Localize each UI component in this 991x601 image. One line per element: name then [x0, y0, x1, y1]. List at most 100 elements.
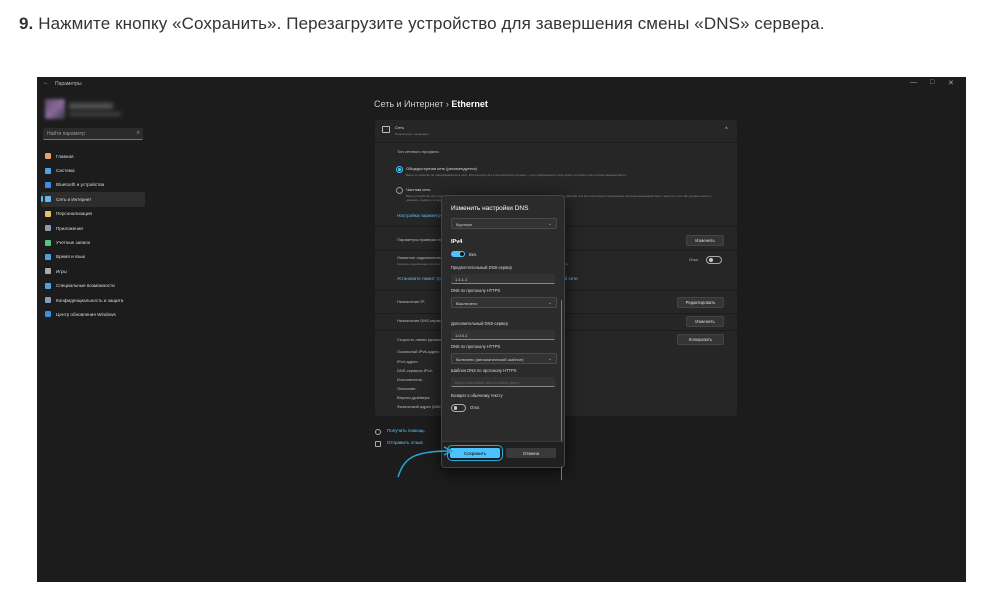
ipv4-toggle-state: Вкл. [469, 252, 478, 257]
doh-template-input[interactable]: https://cloudflare-dns.com/dns-query [451, 377, 555, 387]
window-title: Параметры [55, 81, 82, 87]
sidebar-item-label: Сеть и Интернет [56, 196, 92, 202]
doh-preferred-select[interactable]: Выключено ⌄ [451, 297, 557, 308]
title-bar: ← Параметры — □ ✕ [37, 77, 966, 91]
public-network-title: Общедоступная сеть (рекомендуется) [406, 166, 477, 171]
doh-preferred-label: DNS по протоколу HTTPS [451, 288, 501, 293]
accounts-icon [45, 239, 51, 246]
public-network-desc: Ваше устройство не обнаруживается в сети… [406, 173, 628, 177]
alternate-dns-value: 1.0.0.1 [455, 332, 468, 338]
dns-settings-dialog: Изменить настройки DNS Вручную ⌄ IPv4 Вк… [441, 195, 565, 480]
clock-icon [45, 253, 51, 260]
network-card-header[interactable]: Сеть Подключено, защищено ^ [375, 120, 737, 143]
fallback-label: Возврат к обычному тексту [451, 393, 503, 398]
minimize-icon[interactable]: — [910, 79, 917, 86]
public-network-radio[interactable] [396, 166, 403, 173]
help-icon [375, 429, 381, 435]
doh-preferred-value: Выключено [456, 300, 478, 306]
dns-assign-label: Назначение DNS-сервера: [397, 318, 447, 323]
dns-mode-value: Вручную [456, 221, 473, 227]
cancel-button[interactable]: Отмена [506, 448, 556, 458]
sidebar-item[interactable]: Конфиденциальность и защита [41, 293, 145, 307]
ip-edit-button[interactable]: Редактировать [677, 297, 724, 308]
auth-edit-button[interactable]: Изменить [686, 235, 724, 246]
fallback-toggle[interactable] [451, 404, 466, 412]
doh-alternate-label: DNS по протоколу HTTPS [451, 344, 501, 349]
search-input[interactable]: Найти параметр ⌕ [43, 128, 143, 140]
accessibility-icon [45, 282, 51, 289]
search-placeholder: Найти параметр [47, 131, 85, 137]
doh-template-label: Шаблон DNS по протоколу HTTPS [451, 368, 517, 373]
sidebar-item-label: Центр обновления Windows [56, 311, 116, 317]
preferred-dns-value: 1.1.1.1 [455, 276, 468, 282]
sidebar-nav: Главная Система Bluetooth и устройства Сеть… [41, 149, 145, 322]
sidebar-item-label: Конфиденциальность и защита [56, 297, 124, 303]
preferred-dns-input[interactable]: 1.1.1.1 [451, 274, 555, 284]
private-network-title: Частная сеть [406, 187, 431, 192]
metered-state: Откл. [689, 257, 700, 262]
metered-toggle[interactable] [706, 256, 722, 264]
network-icon [45, 196, 51, 203]
sidebar-item-label: Главная [56, 153, 74, 159]
chevron-down-icon: ⌄ [547, 299, 552, 306]
chevron-down-icon: ⌄ [547, 220, 552, 227]
preferred-dns-label: Предпочтительный DNS-сервер [451, 265, 512, 270]
description-label: Описание: [397, 386, 417, 391]
alternate-dns-input[interactable]: 1.0.0.1 [451, 330, 555, 340]
dns-edit-button[interactable]: Изменить [686, 316, 724, 327]
brush-icon [45, 210, 51, 217]
instruction-step: 9. Нажмите кнопку «Сохранить». Перезагру… [19, 14, 825, 34]
metered-title: Лимитное подключение [397, 255, 442, 260]
apps-icon [45, 225, 51, 232]
copy-button[interactable]: Копировать [677, 334, 724, 345]
doh-alternate-value: Включено (автоматический шаблон) [456, 356, 524, 362]
dialog-title: Изменить настройки DNS [451, 205, 529, 212]
user-name-blurred [69, 103, 113, 109]
doh-alternate-select[interactable]: Включено (автоматический шаблон) ⌄ [451, 353, 557, 364]
home-icon [45, 153, 51, 160]
sidebar-item-label: Система [56, 168, 75, 174]
sidebar-item[interactable]: Приложения [41, 221, 145, 235]
sidebar-item-label: Специальные возможности [56, 283, 115, 289]
step-text: Нажмите кнопку «Сохранить». Перезагрузит… [38, 14, 825, 33]
chevron-up-icon[interactable]: ^ [725, 127, 728, 133]
driver-label: Версия драйвера: [397, 395, 431, 400]
settings-screenshot: ← Параметры — □ ✕ Найти параметр ⌕ Главн… [37, 77, 966, 582]
sidebar-item-label: Игры [56, 268, 67, 274]
private-network-radio[interactable] [396, 187, 403, 194]
sidebar-item[interactable]: Время и язык [41, 250, 145, 264]
maker-label: Изготовитель: [397, 377, 423, 382]
user-email-blurred [69, 112, 121, 116]
network-status: Подключено, защищено [395, 132, 429, 136]
alternate-dns-label: Дополнительный DNS-сервер [451, 321, 508, 326]
page-title: Ethernet [451, 99, 488, 109]
sidebar-item[interactable]: Bluetooth и устройства [41, 178, 145, 192]
doh-template-placeholder: https://cloudflare-dns.com/dns-query [455, 379, 520, 385]
profile-type-label: Тип сетевого профиля [397, 149, 439, 154]
breadcrumb: Сеть и Интернет › Ethernet [374, 99, 488, 109]
sidebar-item[interactable]: Сеть и Интернет [41, 192, 145, 207]
sidebar-item-label: Персонализация [56, 211, 92, 217]
dnsv4-label: DNS-серверы IPv4: [397, 368, 433, 373]
sidebar-item[interactable]: Персонализация [41, 207, 145, 221]
fallback-state: Откл. [470, 405, 481, 410]
sidebar-item[interactable]: Специальные возможности [41, 279, 145, 293]
sidebar-item[interactable]: Учетные записи [41, 235, 145, 249]
sidebar-item[interactable]: Главная [41, 149, 145, 163]
user-profile[interactable] [45, 99, 121, 121]
close-icon[interactable]: ✕ [948, 79, 954, 87]
maximize-icon[interactable]: □ [930, 79, 934, 86]
monitor-icon [382, 126, 390, 133]
sidebar-item[interactable]: Центр обновления Windows [41, 307, 145, 321]
ipv4-heading: IPv4 [451, 239, 463, 245]
sidebar-item[interactable]: Игры [41, 264, 145, 278]
dns-mode-select[interactable]: Вручную ⌄ [451, 218, 557, 229]
sidebar-item[interactable]: Система [41, 163, 145, 177]
back-arrow-icon[interactable]: ← [43, 80, 49, 86]
ipv4-toggle[interactable] [451, 251, 465, 257]
get-help-link[interactable]: Получить помощь [387, 428, 425, 433]
breadcrumb-parent[interactable]: Сеть и Интернет [374, 99, 443, 109]
bluetooth-icon [45, 181, 51, 188]
sidebar-item-label: Учетные записи [56, 240, 91, 246]
step-number: 9. [19, 14, 34, 33]
